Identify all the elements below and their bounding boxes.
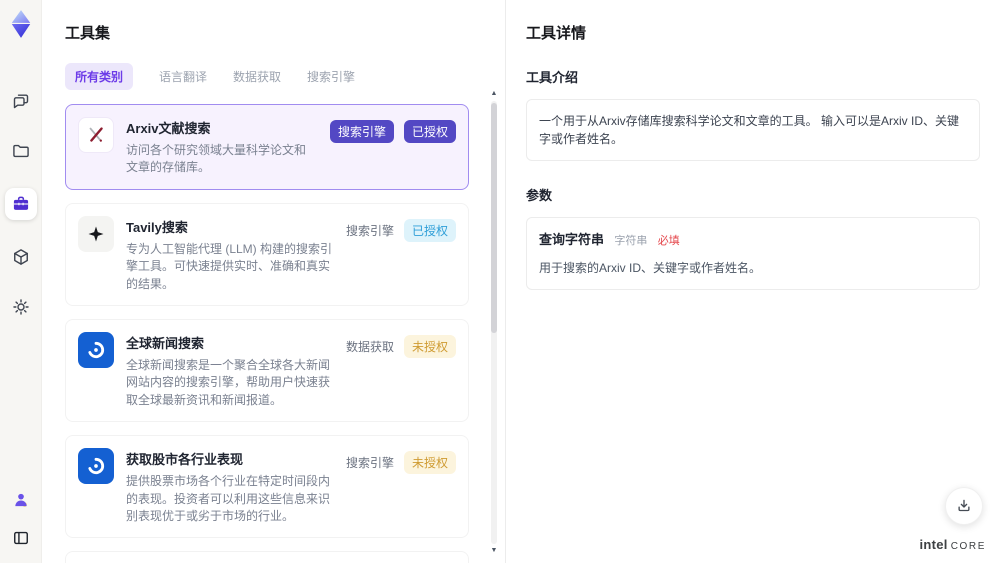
category-badge: 搜索引擎: [329, 120, 394, 143]
toolbox-icon: [11, 194, 31, 214]
scrollbar-thumb[interactable]: [491, 103, 497, 334]
tool-info: 全球新闻搜索 全球新闻搜索是一个聚合全球各大新闻网站内容的搜索引擎，帮助用户快速…: [126, 332, 334, 409]
panel-toggle-icon: [11, 528, 31, 548]
toolset-panel: 工具集 所有类别 语言翻译 数据获取 搜索引擎 Arxiv文献搜索 访问各个研究领域大…: [42, 0, 505, 563]
tool-info: Arxiv文献搜索 访问各个研究领域大量科学论文和文章的存储库。: [126, 117, 318, 177]
sidebar-item-user-icon[interactable]: [8, 487, 34, 513]
intro-text-box: 一个用于从Arxiv存储库搜索科学论文和文章的工具。 输入可以是Arxiv ID…: [526, 99, 980, 161]
blue-logo-icon: [78, 448, 114, 485]
tool-badges: 搜索引擎 已授权: [346, 216, 456, 293]
category-tabs: 所有类别 语言翻译 数据获取 搜索引擎: [65, 63, 483, 90]
page-title: 工具集: [65, 25, 111, 42]
sidebar-item-settings-icon[interactable]: [8, 294, 34, 320]
details-title: 工具详情: [526, 25, 587, 42]
sidebar-item-folder-icon[interactable]: [8, 138, 34, 164]
tool-badges: 数据获取 未授权: [346, 332, 456, 409]
app-logo-icon: [6, 8, 36, 40]
tool-name: 全球新闻搜索: [126, 335, 205, 351]
tab-category-2[interactable]: 语言翻译: [159, 63, 207, 90]
arxiv-icon: [78, 117, 114, 153]
download-button[interactable]: [945, 487, 983, 525]
sidebar-item-chat-icon[interactable]: [8, 88, 34, 114]
app-window: 工具集 所有类别 语言翻译 数据获取 搜索引擎 Arxiv文献搜索 访问各个研究领域大…: [0, 0, 1000, 563]
list-scrollbar[interactable]: ▲ ▼: [489, 90, 499, 555]
tool-list: Arxiv文献搜索 访问各个研究领域大量科学论文和文章的存储库。 搜索引擎 已授…: [65, 104, 483, 563]
tool-description: 专为人工智能代理 (LLM) 构建的搜索引擎工具。可快速提供实时、准确和真实的结…: [126, 241, 333, 291]
tool-details-panel: 工具详情 工具介绍 一个用于从Arxiv存储库搜索科学论文和文章的工具。 输入可…: [505, 0, 1000, 563]
user-icon: [11, 490, 31, 510]
tool-info: 获取股市各行业表现 提供股票市场各个行业在特定时间段内的表现。投资者可以利用这些…: [126, 448, 334, 525]
tool-card[interactable]: 全球新闻搜索 全球新闻搜索是一个聚合全球各大新闻网站内容的搜索引擎，帮助用户快速…: [65, 318, 469, 423]
scroll-down-arrow[interactable]: ▼: [491, 547, 498, 555]
intel-core-logo: intel CORE: [919, 537, 986, 552]
tool-info: Tavily搜索 专为人工智能代理 (LLM) 构建的搜索引擎工具。可快速提供实…: [126, 216, 334, 293]
category-badge: 数据获取: [345, 339, 394, 354]
status-badge: 未授权: [403, 451, 456, 475]
tool-name: 获取股市各行业表现: [126, 452, 244, 468]
tool-badges: 搜索引擎 已授权: [329, 117, 456, 177]
settings-icon: [11, 297, 31, 317]
tool-name: Arxiv文献搜索: [126, 121, 211, 136]
params-heading: 参数: [526, 188, 553, 203]
chat-icon: [11, 91, 31, 111]
tool-name: Tavily搜索: [126, 219, 188, 235]
category-badge: 搜索引擎: [345, 223, 394, 238]
param-box: 查询字符串 字符串 必填 用于搜索的Arxiv ID、关键字或作者姓名。: [526, 217, 980, 290]
tool-card[interactable]: 获取股市各行业表现 提供股票市场各个行业在特定时间段内的表现。投资者可以利用这些…: [65, 435, 469, 539]
blue-logo-icon: [78, 331, 114, 368]
tab-category-4[interactable]: 搜索引擎: [307, 63, 355, 90]
param-name: 查询字符串: [539, 232, 605, 247]
tool-badges: 搜索引擎 未授权: [346, 448, 456, 525]
brand-core-text: CORE: [950, 541, 986, 552]
tool-card[interactable]: Tavily搜索 专为人工智能代理 (LLM) 构建的搜索引擎工具。可快速提供实…: [65, 202, 469, 306]
status-badge: 已授权: [403, 120, 456, 143]
status-badge: 已授权: [403, 218, 456, 242]
category-badge: 搜索引擎: [345, 456, 394, 471]
param-description: 用于搜索的Arxiv ID、关键字或作者姓名。: [539, 260, 762, 275]
param-header: 查询字符串 字符串 必填: [539, 230, 967, 250]
download-icon: [955, 497, 973, 515]
sidebar: [0, 0, 42, 563]
package-icon: [11, 247, 31, 267]
tool-card[interactable]: Arxiv文献搜索 访问各个研究领域大量科学论文和文章的存储库。 搜索引擎 已授…: [65, 104, 469, 190]
sidebar-item-package-icon[interactable]: [8, 244, 34, 270]
sidebar-item-panel-toggle-icon[interactable]: [8, 525, 34, 551]
tool-card[interactable]: 获取市场最活跃股票信息 提供当天交易量最高的股票列表，投资者可以利用这些信息来识…: [65, 551, 469, 563]
sidebar-nav: [4, 88, 37, 320]
param-type: 字符串: [614, 235, 648, 247]
tool-description: 提供股票市场各个行业在特定时间段内的表现。投资者可以利用这些信息来识别表现优于或…: [126, 474, 331, 523]
tab-category-3[interactable]: 数据获取: [233, 63, 281, 90]
folder-icon: [11, 141, 31, 161]
brand-intel-text: intel: [919, 537, 948, 552]
param-required-badge: 必填: [657, 235, 680, 247]
tavily-icon: [78, 215, 114, 252]
status-badge: 未授权: [403, 334, 456, 358]
sidebar-item-toolbox-icon[interactable]: [4, 188, 37, 220]
tab-category-1[interactable]: 所有类别: [65, 63, 134, 90]
sidebar-bottom: [8, 487, 34, 551]
tool-description: 访问各个研究领域大量科学论文和文章的存储库。: [126, 143, 307, 175]
scrollbar-track[interactable]: [491, 101, 497, 544]
intro-heading: 工具介绍: [526, 70, 579, 85]
tool-description: 全球新闻搜索是一个聚合全球各大新闻网站内容的搜索引擎，帮助用户快速获取全球最新资…: [126, 357, 331, 407]
scroll-up-arrow[interactable]: ▲: [491, 90, 498, 98]
